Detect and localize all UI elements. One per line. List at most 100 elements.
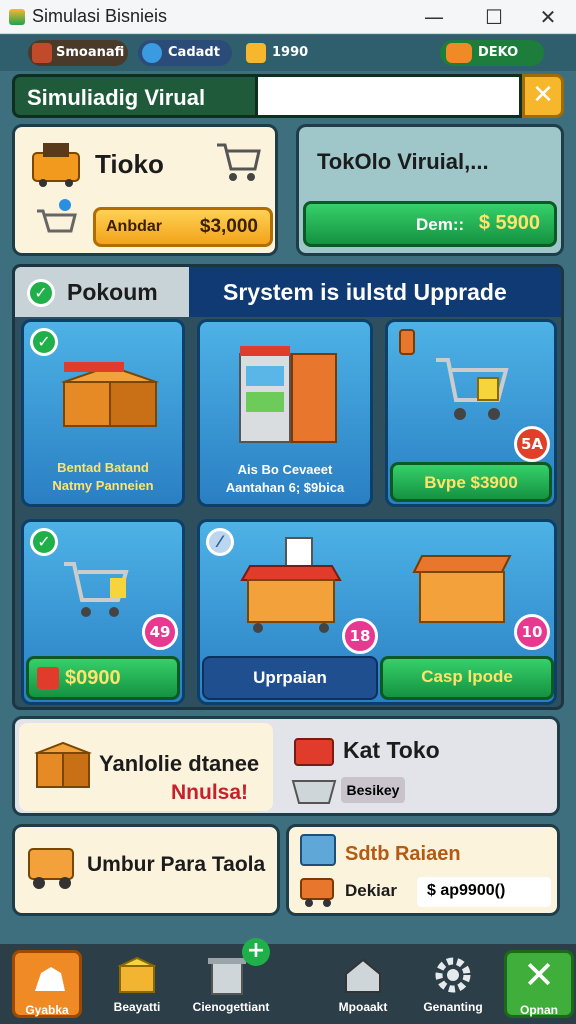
- nav-products-label: Beayatti: [113, 1000, 161, 1014]
- shop-box-icon: [412, 555, 512, 623]
- toko-buy-label: Anbdar: [106, 218, 162, 235]
- maximize-button[interactable]: ☐: [474, 4, 514, 30]
- window-titlebar: Simulasi Bisnieis — ☐ ✕: [0, 0, 576, 34]
- toko-virtual-price: $ 5900: [478, 212, 540, 234]
- toko-card[interactable]: Tioko Anbdar $3,000: [12, 124, 278, 256]
- tile-stall-badge-a: 18: [342, 618, 378, 654]
- row1-card: Yanlolie dtanee Nnulsa! Kat Toko Besikey: [12, 716, 560, 816]
- app-icon: [9, 9, 25, 25]
- plus-icon[interactable]: +: [242, 938, 270, 966]
- upgrade-left-label: Uprpaian: [253, 668, 327, 687]
- close-button[interactable]: ✕: [528, 4, 568, 30]
- upgrade-tile-shelf[interactable]: ✓ Bentad Batand Natmy Panneien: [21, 319, 185, 507]
- cash-register-icon: [32, 143, 80, 187]
- tile-stall-badge-b: 10: [514, 614, 550, 650]
- globe-icon: [142, 43, 162, 63]
- tile-cart-buy-button[interactable]: Bvpe $3900: [390, 462, 552, 502]
- status-shop-label: Smoanafi: [56, 45, 125, 60]
- cash-register-icon: [294, 738, 334, 766]
- cart-icon: [64, 562, 129, 617]
- coin-stack-icon: [446, 43, 472, 63]
- bottom-nav: Gyabka Beayatti + Cienogettiant Mpoaakt …: [0, 938, 576, 1024]
- status-level[interactable]: 1990: [242, 40, 314, 66]
- panel-left-title: Pokoum: [67, 279, 158, 305]
- search-row: Simuliadig Virual ✕: [12, 74, 564, 118]
- nav-settings-label: Genanting: [423, 1000, 483, 1014]
- row2-right-title: Sdtb Raiaen: [345, 843, 461, 865]
- check-icon: ✓: [30, 528, 58, 556]
- status-shop[interactable]: Smoanafi: [28, 40, 128, 66]
- status-customers-label: Cadadt: [168, 45, 220, 60]
- row2-left-title: Umbur Para Taola: [87, 853, 266, 876]
- row1-right-title: Kat Toko: [343, 737, 440, 763]
- nav-settings[interactable]: Genanting: [418, 950, 488, 1018]
- toko-buy-button[interactable]: Anbdar $3,000: [93, 207, 273, 247]
- nav-home[interactable]: Gyabka: [12, 950, 82, 1018]
- row2-left-card[interactable]: Umbur Para Taola: [12, 824, 280, 916]
- edit-icon: ⁄: [206, 528, 234, 556]
- row1-left-title: Yanlolie dtanee: [99, 751, 260, 776]
- tile-shelf-line1: Bentad Batand: [57, 460, 149, 475]
- shelf-box-icon: [60, 362, 160, 427]
- upgrade-tile-stalls[interactable]: ⁄ 18 10 Uprpaian Casp lpode: [197, 519, 557, 705]
- search-clear-button[interactable]: ✕: [522, 74, 564, 118]
- toko-virtual-card[interactable]: TokOlo Viruial,... Dem:: $ 5900: [296, 124, 564, 256]
- nav-options-label: Opnan: [520, 1003, 558, 1017]
- upgrade-panel: ✓ Pokoum Srystem is iulstd Upprade ✓ Ben…: [12, 264, 564, 710]
- upgrade-tile-cart-small[interactable]: ✓ 49 $0900: [21, 519, 185, 705]
- cart-icon: [217, 143, 261, 181]
- toko-virtual-title: TokOlo Viruial,...: [317, 149, 489, 174]
- tile-cart-small-buy-button[interactable]: $0900: [26, 656, 180, 700]
- tile-cart-small-price: $0900: [65, 667, 121, 689]
- shield-icon: [246, 43, 266, 63]
- search-input[interactable]: [258, 74, 522, 118]
- tile-fridge-line2: Aantahan 6; $9bica: [225, 480, 345, 495]
- status-level-label: 1990: [272, 45, 309, 60]
- upgrade-right-button[interactable]: Casp lpode: [380, 656, 554, 700]
- status-money[interactable]: DEKO: [440, 40, 544, 66]
- status-bar: Smoanafi Cadadt 1990 DEKO: [0, 35, 576, 71]
- cart-icon: [436, 358, 509, 420]
- nav-store[interactable]: Mpoaakt: [328, 950, 398, 1018]
- home-icon: [35, 967, 65, 991]
- fridge-shelf-icon: [239, 346, 337, 443]
- check-icon: ✓: [27, 279, 55, 307]
- row2-right-value: $ ap9900(): [417, 877, 551, 907]
- search-label: Simuliadig Virual: [12, 74, 258, 118]
- row1-right[interactable]: Kat Toko Besikey: [281, 723, 557, 811]
- tile-shelf-line2: Natmy Panneien: [52, 478, 154, 493]
- window-title: Simulasi Bisnieis: [32, 6, 168, 26]
- upgrade-left-button[interactable]: Uprpaian: [202, 656, 378, 700]
- panel-right-title: Srystem is iulstd Upprade: [189, 267, 561, 317]
- box-icon: [37, 667, 59, 689]
- gear-icon: [435, 957, 471, 993]
- shop-icon: [32, 43, 52, 63]
- truck-icon: [28, 848, 74, 889]
- basket-icon: [291, 780, 337, 804]
- tile-cart-badge: 5A: [514, 426, 550, 462]
- upgrade-tile-cart[interactable]: 5A Bvpe $3900: [385, 319, 557, 507]
- nav-options[interactable]: ✕ Opnan: [504, 950, 574, 1018]
- box-icon: [117, 956, 157, 993]
- row2-right-card[interactable]: Sdtb Raiaen Dekiar $ ap9900(): [286, 824, 560, 916]
- tile-cart-small-badge: 49: [142, 614, 178, 650]
- nav-products[interactable]: Beayatti: [102, 950, 172, 1018]
- machine-icon: [300, 834, 336, 866]
- upgrade-right-label: Casp lpode: [421, 667, 513, 686]
- box-icon: [34, 741, 92, 788]
- tile-cart-buy-label: Bvpe $3900: [424, 473, 518, 492]
- row1-left-sub: Nnulsa!: [171, 781, 249, 804]
- row1-left[interactable]: Yanlolie dtanee Nnulsa!: [19, 723, 273, 811]
- minimize-button[interactable]: —: [414, 4, 454, 30]
- phone-icon: [399, 329, 415, 355]
- upgrade-tile-fridge[interactable]: Ais Bo Cevaeet Aantahan 6; $9bica: [197, 319, 373, 507]
- nav-store-label: Mpoaakt: [338, 1000, 388, 1014]
- toko-virtual-button[interactable]: Dem:: $ 5900: [303, 201, 557, 247]
- toko-title: Tioko: [95, 149, 164, 179]
- status-customers[interactable]: Cadadt: [138, 40, 232, 66]
- nav-management-label: Cienogettiant: [192, 1000, 270, 1014]
- panel-left-header: ✓ Pokoum: [15, 267, 189, 317]
- row1-right-tag: Besikey: [341, 777, 405, 803]
- row2-right-label: Dekiar: [345, 881, 397, 900]
- nav-management[interactable]: + Cienogettiant: [193, 938, 270, 1018]
